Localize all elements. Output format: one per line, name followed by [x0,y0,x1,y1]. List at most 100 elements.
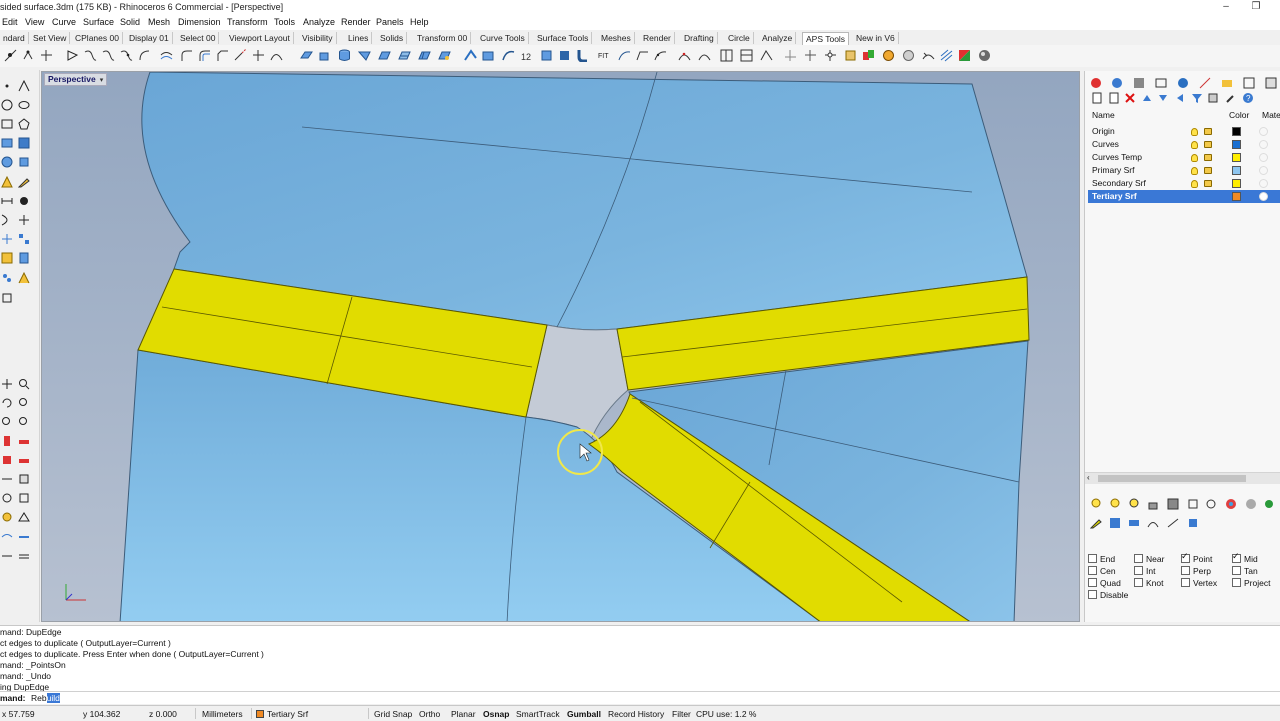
array-icon[interactable] [1,272,13,284]
folder-tab-icon[interactable] [1221,77,1233,89]
patch-icon[interactable] [418,49,431,62]
explode-icon[interactable] [1,233,13,245]
tab-solids[interactable]: Solids [377,32,408,44]
lock-object-icon[interactable] [1,473,13,485]
dimension-icon[interactable] [1,195,13,207]
layer-color-swatch[interactable] [1232,153,1241,162]
menu-transform[interactable]: Transform [227,17,268,27]
copy-icon[interactable] [824,49,837,62]
trim-curve-icon[interactable] [252,49,265,62]
layer-name[interactable]: Tertiary Srf [1092,190,1137,203]
spotlight-icon[interactable] [18,511,30,523]
analyze-icon[interactable] [1,492,13,504]
tools-icon[interactable] [1207,92,1219,104]
lock-icon[interactable] [1204,167,1212,174]
render-icon[interactable] [862,49,875,62]
cap-icon[interactable] [540,49,553,62]
layer-color-swatch[interactable] [1232,192,1241,201]
frame-icon[interactable] [1187,498,1199,510]
blend-curve-icon[interactable] [120,49,133,62]
menu-curve[interactable]: Curve [52,17,76,27]
solid-tool-icon[interactable] [18,137,30,149]
checkbox[interactable] [1232,566,1241,575]
curvature-analysis-icon[interactable] [958,49,971,62]
dash-icon[interactable] [18,531,30,543]
properties-icon[interactable] [18,492,30,504]
surface-tool-icon[interactable] [1,137,13,149]
layer-tool-icon[interactable] [18,473,30,485]
osnap-tan[interactable]: Tan [1232,566,1258,576]
move-down-icon[interactable] [1157,92,1169,104]
light-bulb-icon[interactable] [1090,498,1102,510]
environment-map-icon[interactable] [978,49,991,62]
circle-icon[interactable] [1,99,13,111]
checkbox[interactable] [1232,578,1241,587]
osnap-point[interactable]: Point [1181,551,1212,564]
menu-solid[interactable]: Solid [120,17,140,27]
units-label[interactable]: Millimeters [202,709,243,719]
edit-points-icon[interactable] [698,49,711,62]
curve-icon[interactable] [84,49,97,62]
osnap-int[interactable]: Int [1134,566,1155,576]
lock-icon[interactable] [1147,498,1159,510]
zoom-extents-icon[interactable] [1,416,13,428]
display-tab-icon[interactable] [1133,77,1145,89]
join-tool-icon[interactable] [18,233,30,245]
layer-merge-icon[interactable] [1128,517,1140,529]
extrude-icon[interactable] [318,49,331,62]
show-icon[interactable] [18,454,30,466]
layer-row[interactable]: Curves [1088,138,1280,151]
scrollbar-thumb[interactable] [1098,475,1246,482]
osnap-disable[interactable]: Disable [1088,590,1128,600]
layer-row[interactable]: Secondary Srf [1088,177,1280,190]
toggle-planar[interactable]: Planar [451,709,476,719]
osnap-cen[interactable]: Cen [1088,566,1116,576]
layer-color-swatch[interactable] [1232,179,1241,188]
offset-icon[interactable] [198,49,211,62]
layer-color-swatch[interactable] [1232,166,1241,175]
tab-standard[interactable]: ndard [0,32,29,44]
layer-material-swatch[interactable] [1259,179,1268,188]
point-icon[interactable] [4,49,17,62]
checkbox[interactable] [1088,566,1097,575]
viewport-canvas[interactable] [42,72,1080,622]
material-icon[interactable] [882,49,895,62]
arc-icon[interactable] [138,49,151,62]
osnap-perp[interactable]: Perp [1181,566,1211,576]
checkbox[interactable] [1232,551,1241,563]
layer-name[interactable]: Primary Srf [1092,164,1135,177]
materials-tab-icon[interactable] [1177,77,1189,89]
chevron-down-icon[interactable]: ▾ [100,77,104,84]
sphere-material-icon[interactable] [1245,498,1257,510]
checkbox[interactable] [1088,554,1097,563]
tab-circle[interactable]: Circle [725,32,754,44]
save-icon[interactable] [1167,498,1179,510]
gumball-icon[interactable] [784,49,797,62]
hide-icon[interactable] [1,454,13,466]
render-tab-icon[interactable] [1155,77,1167,89]
checkbox[interactable] [1088,590,1097,599]
help-icon[interactable]: ? [1242,92,1254,104]
layer-material-swatch[interactable] [1259,192,1268,201]
tab-aps-tools[interactable]: APS Tools [802,32,850,45]
menu-surface[interactable]: Surface [83,17,114,27]
pencil-icon[interactable] [18,176,30,188]
checkbox[interactable] [1134,578,1143,587]
rebuild-uv-icon[interactable]: 12 [520,49,533,62]
light-bulb-icon[interactable] [1191,141,1198,149]
group-icon[interactable] [1,252,13,264]
loft-icon[interactable] [378,49,391,62]
tab-analyze[interactable]: Analyze [759,32,797,44]
layer-color-swatch[interactable] [1232,127,1241,136]
column-name[interactable]: Name [1092,110,1115,120]
tab-display[interactable]: Display 01 [126,32,173,44]
light-icon[interactable] [1,511,13,523]
polyline-tool-icon[interactable] [18,80,30,92]
checkbox[interactable] [1088,578,1097,587]
text-tool-icon[interactable] [18,195,30,207]
toggle-osnap[interactable]: Osnap [483,709,509,719]
command-line[interactable]: mand: Rebuild [0,691,1280,704]
cut-icon[interactable] [1167,517,1179,529]
insert-kink-icon[interactable] [760,49,773,62]
pan-icon[interactable] [1,378,13,390]
